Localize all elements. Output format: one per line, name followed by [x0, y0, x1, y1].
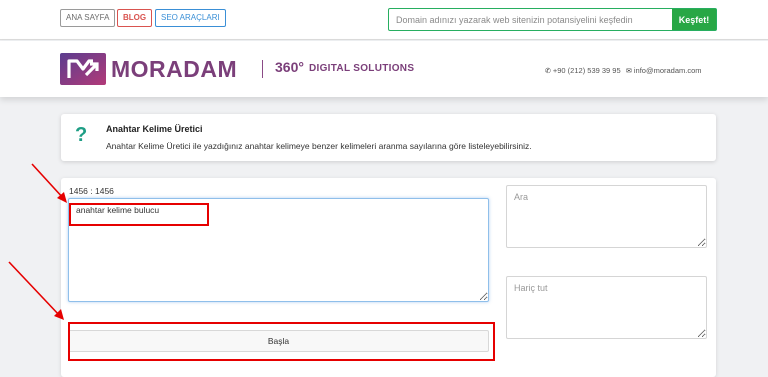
phone-icon: ✆ [545, 68, 551, 75]
phone-number: +90 (212) 539 39 95 [552, 66, 621, 75]
annotation-arrow-2 [8, 261, 61, 317]
moradam-logo-icon[interactable] [60, 53, 106, 85]
exclude-filter-textarea[interactable] [506, 276, 707, 339]
envelope-icon: ✉ [626, 68, 632, 75]
question-icon: ? [75, 124, 88, 146]
contact-email: ✉ info@moradam.com [626, 66, 702, 75]
annotation-arrow-1 [31, 163, 65, 200]
logo-wordmark[interactable]: MORADAM [111, 56, 237, 83]
contact-phone: ✆ +90 (212) 539 39 95 [545, 66, 621, 75]
logo-divider [262, 60, 263, 78]
tagline-number: 360° [275, 59, 304, 75]
tool-description: Anahtar Kelime Üretici ile yazdığınız an… [106, 141, 532, 151]
top-bar: ANA SAYFA BLOG SEO ARAÇLARI Keşfet! [0, 0, 768, 40]
tool-info-card: ? Anahtar Kelime Üretici Anahtar Kelime … [61, 114, 716, 161]
domain-search-form: Keşfet! [388, 8, 717, 31]
site-header: MORADAM 360° DIGITAL SOLUTIONS ✆ +90 (212… [0, 41, 768, 97]
nav-seo-tools-link[interactable]: SEO ARAÇLARI [155, 9, 226, 27]
highlight-box-keyword [69, 203, 209, 226]
tool-title: Anahtar Kelime Üretici [106, 124, 203, 134]
nav-home-link[interactable]: ANA SAYFA [60, 9, 116, 27]
search-filter-textarea[interactable] [506, 185, 707, 248]
discover-button[interactable]: Keşfet! [672, 9, 716, 30]
domain-search-input[interactable] [389, 9, 673, 30]
nav-blog-link[interactable]: BLOG [117, 9, 153, 27]
highlight-box-start [68, 322, 495, 361]
email-address: info@moradam.com [633, 66, 702, 75]
tagline-text: DIGITAL SOLUTIONS [309, 63, 415, 74]
character-counter: 1456 : 1456 [69, 186, 114, 196]
